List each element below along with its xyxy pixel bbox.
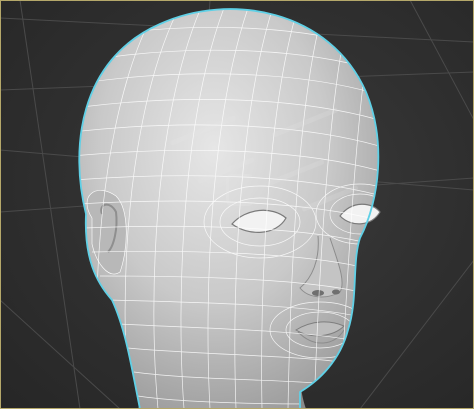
cg-logo-icon — [216, 172, 276, 232]
3d-viewport[interactable] — [0, 0, 474, 409]
